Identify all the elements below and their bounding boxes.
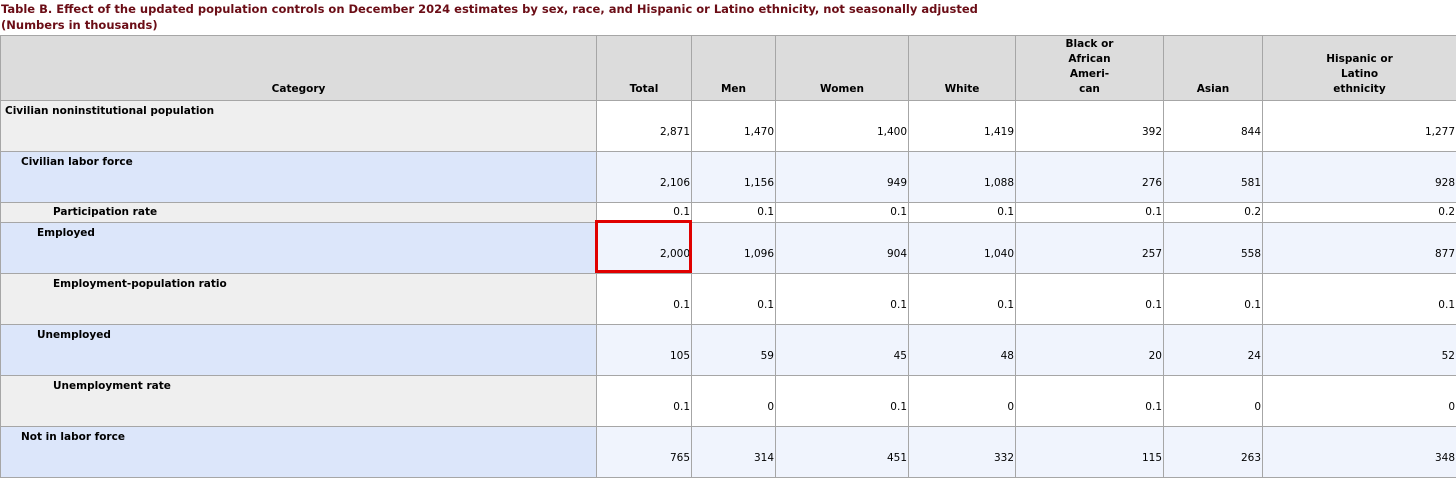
table-cell: 949 [776,152,909,203]
table-cell: 348 [1263,427,1456,478]
row-label: Civilian noninstitutional population [1,101,597,152]
table-cell: 0.1 [1016,274,1164,325]
col-header-black-line: Ameri- [1016,67,1163,82]
table-cell: 1,156 [692,152,776,203]
table-cell: 0.1 [1263,274,1456,325]
table-cell: 558 [1164,223,1263,274]
table-cell: 332 [909,427,1016,478]
table-cell: 0.1 [1016,203,1164,223]
table-cell: 392 [1016,101,1164,152]
table-caption: Table B. Effect of the updated populatio… [0,0,1456,36]
table-cell: 1,470 [692,101,776,152]
table-cell: 0.1 [597,376,692,427]
row-label: Civilian labor force [1,152,597,203]
table-cell: 0.1 [597,203,692,223]
col-header-hispanic-line: ethnicity [1263,82,1456,97]
table-cell: 1,040 [909,223,1016,274]
col-header-hispanic-line: Latino [1263,67,1456,82]
col-header-black-line: can [1016,82,1163,97]
table-cell: 2,871 [597,101,692,152]
table-row: Employment-population ratio 0.1 0.1 0.1 … [1,274,1456,325]
table-cell: 844 [1164,101,1263,152]
table-cell: 45 [776,325,909,376]
table-row: Participation rate 0.1 0.1 0.1 0.1 0.1 0… [1,203,1456,223]
col-header-white: White [909,36,1016,101]
table-subtitle: (Numbers in thousands) [1,17,1456,33]
table-cell: 0.1 [776,376,909,427]
table-cell: 0.1 [909,274,1016,325]
col-header-men: Men [692,36,776,101]
table-cell: 314 [692,427,776,478]
col-header-asian: Asian [1164,36,1263,101]
table-cell: 0 [909,376,1016,427]
table-cell: 48 [909,325,1016,376]
col-header-total: Total [597,36,692,101]
table-row: Civilian noninstitutional population 2,8… [1,101,1456,152]
table-cell: 0 [692,376,776,427]
table-cell: 765 [597,427,692,478]
table-cell: 0.2 [1263,203,1456,223]
table-cell: 276 [1016,152,1164,203]
table-cell: 52 [1263,325,1456,376]
table-cell: 0.1 [1016,376,1164,427]
table-title: Table B. Effect of the updated populatio… [1,1,1456,17]
table-row: Unemployed 105 59 45 48 20 24 52 [1,325,1456,376]
table-cell: 0.1 [909,203,1016,223]
table-row: Civilian labor force 2,106 1,156 949 1,0… [1,152,1456,203]
table-cell: 2,106 [597,152,692,203]
table-cell: 904 [776,223,909,274]
table-cell: 877 [1263,223,1456,274]
table-cell: 59 [692,325,776,376]
table-row: Employed 2,000 1,096 904 1,040 257 558 8… [1,223,1456,274]
table-cell: 257 [1016,223,1164,274]
table-cell: 0.1 [692,274,776,325]
table-cell: 1,096 [692,223,776,274]
table-cell: 263 [1164,427,1263,478]
table-cell: 0.1 [597,274,692,325]
table-cell: 0.1 [1164,274,1263,325]
table-cell: 451 [776,427,909,478]
table-cell: 1,088 [909,152,1016,203]
row-label: Unemployment rate [1,376,597,427]
data-table: Category Total Men Women White Black or … [0,35,1456,478]
table-cell: 24 [1164,325,1263,376]
table-cell: 0 [1263,376,1456,427]
col-header-category: Category [1,36,597,101]
table-cell-highlighted: 2,000 [597,223,692,274]
header-row: Category Total Men Women White Black or … [1,36,1456,101]
col-header-hispanic-line: Hispanic or [1263,52,1456,67]
col-header-black-line: African [1016,52,1163,67]
table-cell: 105 [597,325,692,376]
table-cell: 0.1 [776,203,909,223]
row-label: Unemployed [1,325,597,376]
table-cell: 1,419 [909,101,1016,152]
table-cell: 20 [1016,325,1164,376]
row-label: Not in labor force [1,427,597,478]
table-cell: 0.1 [692,203,776,223]
row-label: Employment-population ratio [1,274,597,325]
table-cell: 115 [1016,427,1164,478]
table-cell: 0.1 [776,274,909,325]
table-cell: 0 [1164,376,1263,427]
table-cell: 581 [1164,152,1263,203]
table-cell: 0.2 [1164,203,1263,223]
row-label: Employed [1,223,597,274]
table-cell: 1,400 [776,101,909,152]
table-row: Unemployment rate 0.1 0 0.1 0 0.1 0 0 [1,376,1456,427]
table-cell: 1,277 [1263,101,1456,152]
table-cell: 928 [1263,152,1456,203]
col-header-hispanic: Hispanic or Latino ethnicity [1263,36,1456,101]
col-header-black: Black or African Ameri- can [1016,36,1164,101]
col-header-black-line: Black or [1016,37,1163,52]
col-header-women: Women [776,36,909,101]
table-row: Not in labor force 765 314 451 332 115 2… [1,427,1456,478]
row-label: Participation rate [1,203,597,223]
